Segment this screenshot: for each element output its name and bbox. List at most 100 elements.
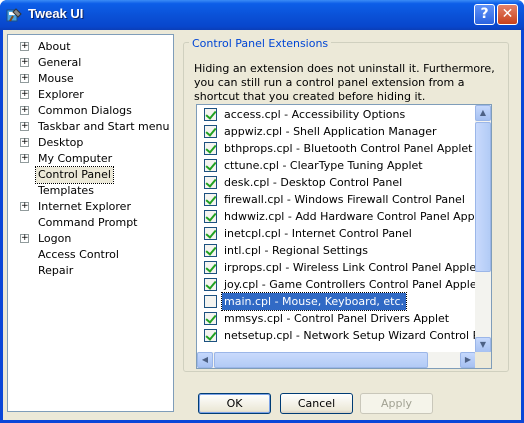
extension-checkbox[interactable] bbox=[204, 227, 217, 240]
expand-icon[interactable]: + bbox=[20, 202, 29, 211]
horizontal-scrollbar[interactable]: ◀ ▶ bbox=[197, 352, 476, 368]
extension-checkbox[interactable] bbox=[204, 244, 217, 257]
extension-label: irprops.cpl - Wireless Link Control Pane… bbox=[224, 261, 480, 274]
extension-list-item[interactable]: mmsys.cpl - Control Panel Drivers Applet bbox=[197, 310, 476, 327]
expand-icon[interactable]: + bbox=[20, 42, 29, 51]
expand-icon[interactable]: + bbox=[20, 154, 29, 163]
cancel-button[interactable]: Cancel bbox=[280, 393, 353, 414]
extension-label: inetcpl.cpl - Internet Control Panel bbox=[224, 227, 412, 240]
extension-list-item[interactable]: joy.cpl - Game Controllers Control Panel… bbox=[197, 276, 480, 293]
extension-list-item[interactable]: netsetup.cpl - Network Setup Wizard Cont… bbox=[197, 327, 480, 344]
ok-button[interactable]: OK bbox=[198, 393, 271, 414]
extension-label: appwiz.cpl - Shell Application Manager bbox=[224, 125, 437, 138]
expand-icon[interactable]: + bbox=[20, 58, 29, 67]
extension-list-item[interactable]: firewall.cpl - Windows Firewall Control … bbox=[197, 191, 476, 208]
expand-icon[interactable]: + bbox=[20, 138, 29, 147]
extension-label: desk.cpl - Desktop Control Panel bbox=[224, 176, 403, 189]
tree-item-taskbar-and-start-menu[interactable]: + Taskbar and Start menu bbox=[8, 119, 173, 135]
extension-checkbox[interactable] bbox=[204, 193, 217, 206]
description-text: Hiding an extension does not uninstall i… bbox=[194, 62, 495, 103]
tweak-ui-app-icon bbox=[6, 8, 22, 22]
tree-item-repair[interactable]: Repair bbox=[8, 263, 173, 279]
scroll-down-icon[interactable]: ▼ bbox=[475, 337, 491, 353]
extension-checkbox[interactable] bbox=[204, 125, 217, 138]
extension-label: cttune.cpl - ClearType Tuning Applet bbox=[224, 159, 423, 172]
extension-checkbox[interactable] bbox=[204, 142, 217, 155]
scroll-left-icon[interactable]: ◀ bbox=[197, 352, 213, 368]
expand-icon[interactable]: + bbox=[20, 122, 29, 131]
tree-item-label: Internet Explorer bbox=[38, 200, 131, 213]
apply-button[interactable]: Apply bbox=[360, 393, 433, 414]
expand-icon[interactable]: + bbox=[20, 90, 29, 99]
tree-item-label: General bbox=[38, 56, 82, 69]
extension-list-item[interactable]: inetcpl.cpl - Internet Control Panel bbox=[197, 225, 476, 242]
help-button[interactable]: ? bbox=[474, 4, 495, 25]
tree-item-internet-explorer[interactable]: + Internet Explorer bbox=[8, 199, 173, 215]
tree-item-label: Explorer bbox=[38, 88, 84, 101]
tree-item-label: Templates bbox=[38, 184, 94, 197]
extension-label: firewall.cpl - Windows Firewall Control … bbox=[224, 193, 465, 206]
scroll-right-icon[interactable]: ▶ bbox=[460, 352, 476, 368]
extension-label: joy.cpl - Game Controllers Control Panel… bbox=[224, 278, 480, 291]
tree-item-mouse[interactable]: + Mouse bbox=[8, 71, 173, 87]
tree-item-label: My Computer bbox=[38, 152, 113, 165]
title-bar[interactable]: Tweak UI ? ✕ bbox=[0, 0, 524, 30]
tree-item-label: Logon bbox=[38, 232, 72, 245]
close-button[interactable]: ✕ bbox=[497, 4, 518, 25]
tree-item-templates[interactable]: Templates bbox=[8, 183, 173, 199]
tree-item-label: About bbox=[38, 40, 71, 53]
tree-item-about[interactable]: + About bbox=[8, 39, 173, 55]
vertical-scrollbar[interactable]: ▲ ▼ bbox=[475, 105, 491, 353]
tree-item-label: Repair bbox=[38, 264, 74, 277]
extension-list-item[interactable]: appwiz.cpl - Shell Application Manager bbox=[197, 123, 476, 140]
expand-icon[interactable]: + bbox=[20, 234, 29, 243]
category-tree[interactable]: + About + General + Mouse + Explorer + Common Dia… bbox=[7, 34, 174, 412]
tree-item-desktop[interactable]: + Desktop bbox=[8, 135, 173, 151]
group-title: Control Panel Extensions bbox=[189, 37, 332, 50]
tree-item-access-control[interactable]: Access Control bbox=[8, 247, 173, 263]
extension-list-item[interactable]: access.cpl - Accessibility Options bbox=[197, 106, 476, 123]
extension-checkbox[interactable] bbox=[204, 312, 217, 325]
expand-icon[interactable]: + bbox=[20, 106, 29, 115]
scroll-up-icon[interactable]: ▲ bbox=[475, 105, 491, 121]
extension-list-item[interactable]: cttune.cpl - ClearType Tuning Applet bbox=[197, 157, 476, 174]
extension-list-item[interactable]: main.cpl - Mouse, Keyboard, etc. bbox=[197, 292, 476, 311]
extension-checkbox[interactable] bbox=[204, 210, 217, 223]
extension-checkbox[interactable] bbox=[204, 278, 217, 291]
tree-item-label: Control Panel bbox=[35, 166, 114, 184]
tree-item-my-computer[interactable]: + My Computer bbox=[8, 151, 173, 167]
tree-item-command-prompt[interactable]: Command Prompt bbox=[8, 215, 173, 231]
tree-item-logon[interactable]: + Logon bbox=[8, 231, 173, 247]
extension-checkbox[interactable] bbox=[204, 108, 217, 121]
tree-item-label: Desktop bbox=[38, 136, 84, 149]
extension-label: netsetup.cpl - Network Setup Wizard Cont… bbox=[224, 329, 480, 342]
horizontal-scroll-thumb[interactable] bbox=[214, 352, 428, 368]
extension-list-item[interactable]: desk.cpl - Desktop Control Panel bbox=[197, 174, 476, 191]
extension-label: main.cpl - Mouse, Keyboard, etc. bbox=[220, 292, 408, 311]
extension-checkbox[interactable] bbox=[204, 176, 217, 189]
tree-item-label: Access Control bbox=[38, 248, 119, 261]
extension-label: intl.cpl - Regional Settings bbox=[224, 244, 369, 257]
expand-icon[interactable]: + bbox=[20, 74, 29, 83]
tree-item-control-panel[interactable]: Control Panel bbox=[8, 166, 173, 184]
tree-item-explorer[interactable]: + Explorer bbox=[8, 87, 173, 103]
extension-list-item[interactable]: intl.cpl - Regional Settings bbox=[197, 242, 476, 259]
tree-item-label: Common Dialogs bbox=[38, 104, 132, 117]
extension-list-item[interactable]: irprops.cpl - Wireless Link Control Pane… bbox=[197, 259, 480, 276]
extension-list-item[interactable]: hdwwiz.cpl - Add Hardware Control Panel … bbox=[197, 208, 480, 225]
tree-item-label: Command Prompt bbox=[38, 216, 138, 229]
vertical-scroll-thumb[interactable] bbox=[475, 122, 491, 272]
extension-checkbox[interactable] bbox=[204, 329, 217, 342]
extension-checkbox[interactable] bbox=[204, 295, 217, 308]
tree-item-general[interactable]: + General bbox=[8, 55, 173, 71]
extension-label: mmsys.cpl - Control Panel Drivers Applet bbox=[224, 312, 450, 325]
scrollbar-corner bbox=[475, 352, 491, 368]
tree-item-common-dialogs[interactable]: + Common Dialogs bbox=[8, 103, 173, 119]
extension-label: hdwwiz.cpl - Add Hardware Control Panel … bbox=[224, 210, 480, 223]
extension-checkbox[interactable] bbox=[204, 159, 217, 172]
tree-item-label: Mouse bbox=[38, 72, 74, 85]
extensions-listbox[interactable]: access.cpl - Accessibility Options appwiz… bbox=[196, 104, 492, 369]
extension-list-item[interactable]: bthprops.cpl - Bluetooth Control Panel A… bbox=[197, 140, 476, 157]
tree-item-label: Taskbar and Start menu bbox=[38, 120, 170, 133]
extension-checkbox[interactable] bbox=[204, 261, 217, 274]
